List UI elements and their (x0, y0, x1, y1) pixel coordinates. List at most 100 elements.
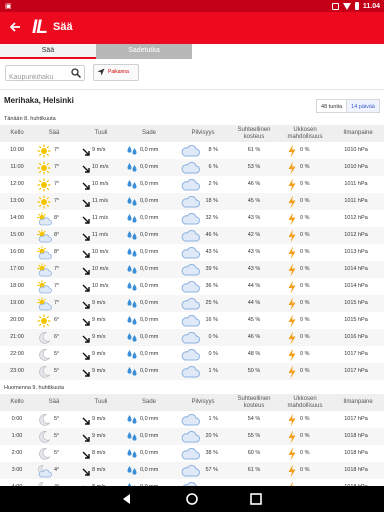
row-humidity: 46 % (247, 181, 261, 187)
sun-icon (34, 159, 54, 176)
row-wind: 9 m/s (92, 351, 106, 357)
row-wind: 11 m/s (92, 198, 109, 204)
search-icon[interactable] (71, 68, 81, 78)
row-time: 3:00 (11, 467, 23, 473)
row-rain: 0,0 mm (140, 351, 159, 357)
row-temperature: 7° (54, 198, 60, 204)
cloud-icon (176, 261, 204, 278)
status-bar: ▣ 11.04 (0, 0, 384, 12)
cloud-icon (176, 411, 204, 428)
recents-nav-icon[interactable] (249, 492, 263, 506)
wind-direction-icon (80, 176, 92, 193)
sun-icon (34, 142, 54, 159)
cloud-icon (176, 142, 204, 159)
table-row: 15:00 8° 11 m/s 0,0 mm 46 % 42 % 0 % 1012 hPa (0, 227, 384, 244)
rain-drops-icon (124, 193, 140, 210)
lightning-icon (284, 428, 300, 445)
row-time: 0:00 (11, 416, 23, 422)
row-temperature: 6° (54, 334, 60, 340)
header-cloudiness: Pilvisyys (191, 399, 215, 405)
row-cloudiness: 0 % (208, 351, 218, 357)
tab-weather[interactable]: Sää (0, 44, 96, 59)
city-search-input[interactable] (6, 70, 68, 85)
period-tab-14d[interactable]: 14 päivää (347, 99, 380, 113)
row-time: 18:00 (10, 283, 24, 289)
vibrate-icon (331, 2, 339, 10)
row-temperature: 5° (54, 433, 60, 439)
row-time: 14:00 (10, 215, 24, 221)
header-rain: Sade (141, 399, 156, 405)
row-wind: 9 m/s (92, 433, 106, 439)
city-search (5, 65, 85, 85)
row-thunder-chance: 0 % (300, 215, 310, 221)
rain-drops-icon (124, 462, 140, 479)
row-pressure: 1018 hPa (344, 467, 368, 473)
partly-cloudy-icon (34, 261, 54, 278)
row-pressure: 1017 hPa (344, 416, 368, 422)
moon-icon (34, 329, 54, 346)
row-cloudiness: 36 % (205, 283, 218, 289)
row-humidity: 53 % (247, 164, 261, 170)
row-rain: 0,0 mm (140, 249, 159, 255)
rain-drops-icon (124, 159, 140, 176)
row-cloudiness: 8 % (208, 147, 218, 153)
row-pressure: 1012 hPa (344, 232, 368, 238)
table-row: 3:00 4° 8 m/s 0,0 mm 57 % 61 % 0 % 1018 hPa (0, 462, 384, 479)
row-humidity: 46 % (247, 334, 261, 340)
lightning-icon (284, 312, 300, 329)
rain-drops-icon (124, 278, 140, 295)
lightning-icon (284, 363, 300, 380)
row-time: 21:00 (10, 334, 24, 340)
row-wind: 10 m/s (92, 283, 109, 289)
header-rain: Sade (141, 130, 156, 136)
back-nav-icon[interactable] (120, 492, 134, 506)
row-rain: 0,0 mm (140, 416, 159, 422)
cloud-icon (176, 445, 204, 462)
row-pressure: 1012 hPa (344, 215, 368, 221)
table-row: 14:00 8° 11 m/s 0,0 mm 32 % 43 % 0 % 1012 hPa (0, 210, 384, 227)
battery-icon (354, 2, 359, 10)
cloud-icon (176, 227, 204, 244)
row-pressure: 1017 hPa (344, 368, 368, 374)
moon-icon (34, 346, 54, 363)
back-arrow-icon[interactable] (8, 20, 22, 34)
lightning-icon (284, 193, 300, 210)
row-wind: 9 m/s (92, 147, 106, 153)
table-row: 20:00 6° 9 m/s 0,0 mm 16 % 45 % 0 % 1015 hPa (0, 312, 384, 329)
rain-drops-icon (124, 411, 140, 428)
row-rain: 0,0 mm (140, 433, 159, 439)
wind-direction-icon (80, 142, 92, 159)
row-pressure: 1015 hPa (344, 300, 368, 306)
row-rain: 0,0 mm (140, 232, 159, 238)
row-thunder-chance: 0 % (300, 181, 310, 187)
wind-direction-icon (80, 312, 92, 329)
row-cloudiness: 1 % (208, 416, 218, 422)
row-humidity: 43 % (247, 215, 261, 221)
table-row: 1:00 5° 9 m/s 0,0 mm 20 % 55 % 0 % 1018 hPa (0, 428, 384, 445)
locate-button[interactable]: Paikanna (93, 64, 139, 81)
partly-cloudy-icon (34, 278, 54, 295)
table-row: 11:00 7° 10 m/s 0,0 mm 6 % 53 % 0 % 1010 hPa (0, 159, 384, 176)
partly-cloudy-icon (34, 210, 54, 227)
header-time: Kello (10, 130, 24, 136)
cloud-icon (176, 346, 204, 363)
home-nav-icon[interactable] (185, 492, 199, 506)
location-arrow-icon (97, 68, 105, 76)
row-temperature: 5° (54, 351, 60, 357)
tab-radar[interactable]: Sadetutka (96, 44, 192, 59)
cloud-icon (176, 244, 204, 261)
header-wind: Tuuli (94, 130, 108, 136)
period-tab-48h[interactable]: 48 tuntia (316, 99, 348, 113)
table-row: 17:00 7° 10 m/s 0,0 mm 39 % 43 % 0 % 1014 hPa (0, 261, 384, 278)
row-wind: 10 m/s (92, 181, 109, 187)
app-bar: IL Sää (0, 12, 384, 44)
row-thunder-chance: 0 % (300, 147, 310, 153)
wind-direction-icon (80, 346, 92, 363)
row-rain: 0,0 mm (140, 368, 159, 374)
table-row: 13:00 7° 11 m/s 0,0 mm 18 % 45 % 0 % 1011 hPa (0, 193, 384, 210)
rain-drops-icon (124, 445, 140, 462)
search-row: Paikanna (0, 60, 384, 88)
row-time: 13:00 (10, 198, 24, 204)
row-time: 20:00 (10, 317, 24, 323)
table-row: 0:00 5° 9 m/s 0,0 mm 1 % 54 % 0 % 1017 hPa (0, 411, 384, 428)
